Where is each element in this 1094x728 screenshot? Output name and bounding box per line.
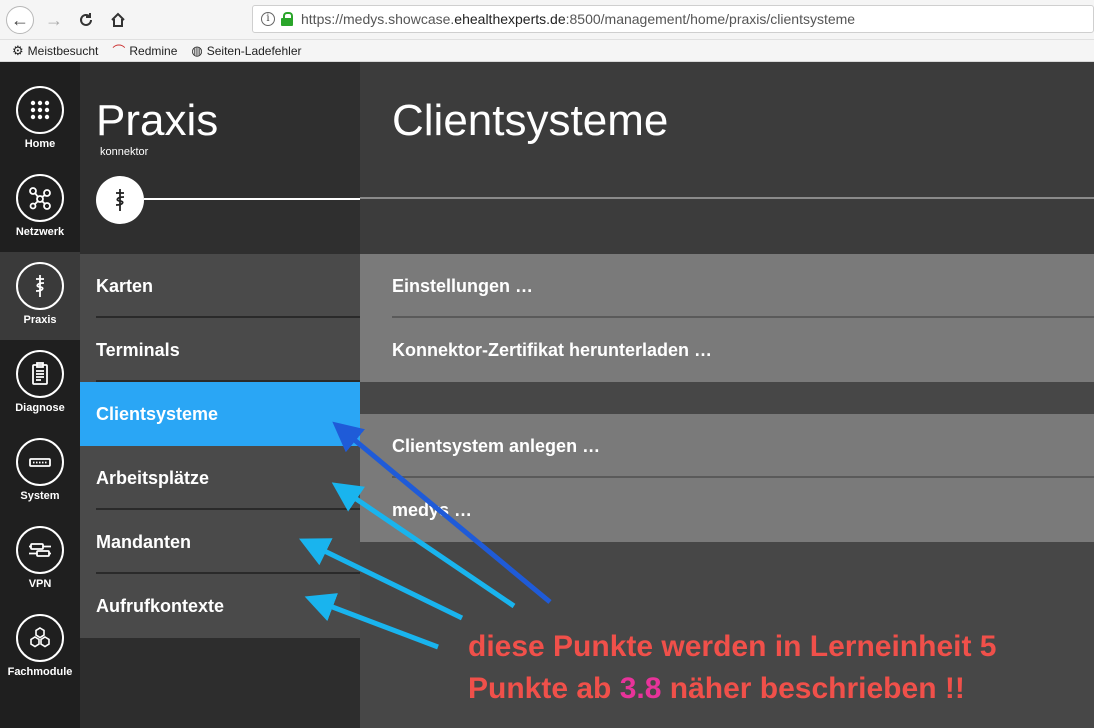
device-icon <box>29 458 51 467</box>
zertifikat-download-link[interactable]: Konnektor-Zertifikat herunterladen … <box>360 318 1094 382</box>
hexagons-icon <box>30 627 50 648</box>
title-divider <box>360 197 1094 199</box>
menu-label: Karten <box>96 275 154 296</box>
back-button[interactable]: ← <box>6 6 34 34</box>
reload-icon <box>80 13 92 26</box>
section-menu: Karten Terminals Clientsysteme Arbeitspl… <box>80 254 360 638</box>
globe-icon: ◍ <box>191 42 203 58</box>
nav-system[interactable]: System <box>0 428 80 516</box>
nav-fachmodule[interactable]: Fachmodule <box>0 604 80 692</box>
nav-praxis[interactable]: Praxis <box>0 252 80 340</box>
browser-toolbar: ← → i https://medys.showcase.ehealthexpe… <box>0 0 1094 40</box>
bookmark-redmine[interactable]: ⌒ Redmine <box>112 41 177 60</box>
caduceus-icon <box>115 189 125 211</box>
network-icon <box>29 187 51 210</box>
annotation-line-2: Punkte ab 3.8 näher beschrieben !! <box>468 672 965 705</box>
grid-icon <box>30 100 50 120</box>
info-icon[interactable]: i <box>261 12 275 26</box>
url-text: https://medys.showcase.ehealthexperts.de… <box>301 11 856 27</box>
bookmarks-bar: ⚙ Meistbesucht ⌒ Redmine ◍ Seiten-Ladefehle… <box>0 40 1094 62</box>
clientsystem-anlegen-link[interactable]: Clientsystem anlegen … <box>360 414 1094 478</box>
section-divider <box>144 198 360 200</box>
caduceus-icon <box>35 275 45 297</box>
forward-button[interactable]: → <box>40 6 68 34</box>
action-label: Einstellungen … <box>392 275 534 296</box>
annotation-text: diese Punkte werden in Lerneinheit 5 Pun… <box>468 626 996 710</box>
nav-label-diagnose: Diagnose <box>15 402 65 414</box>
gear-icon: ⚙ <box>12 42 24 58</box>
sub-panel: Praxis konnektor Karten Terminals Client… <box>80 62 360 728</box>
main-header: Clientsysteme <box>360 62 1094 254</box>
menu-label: Clientsysteme <box>96 403 219 424</box>
home-icon <box>111 12 125 27</box>
item-label: medys … <box>392 499 473 520</box>
nav-home[interactable]: Home <box>0 76 80 164</box>
nav-label-fachmodule: Fachmodule <box>7 666 73 678</box>
clientsystem-medys-item[interactable]: medys … <box>360 478 1094 542</box>
section-title: Praxis <box>96 96 219 145</box>
reload-button[interactable] <box>72 6 100 34</box>
nav-vpn[interactable]: VPN <box>0 516 80 604</box>
section-subtitle: konnektor <box>100 146 149 158</box>
nav-label-praxis: Praxis <box>23 314 57 326</box>
left-nav: Home Netzwerk Praxis Diagnose System VPN… <box>0 62 80 728</box>
annotation-line-1: diese Punkte werden in Lerneinheit 5 <box>468 630 997 663</box>
nav-label-netzwerk: Netzwerk <box>15 226 65 238</box>
clientsystems-panel: Clientsystem anlegen … medys … <box>360 414 1094 542</box>
home-button[interactable] <box>104 6 132 34</box>
bookmark-meistbesucht[interactable]: ⚙ Meistbesucht <box>12 43 98 59</box>
action-label: Konnektor-Zertifikat herunterladen … <box>392 339 713 360</box>
page-title: Clientsysteme <box>392 96 669 145</box>
nav-label-system: System <box>20 490 60 502</box>
menu-item-arbeitsplaetze[interactable]: Arbeitsplätze <box>80 446 360 510</box>
lock-icon <box>281 12 293 26</box>
item-label: Clientsystem anlegen … <box>392 435 601 456</box>
einstellungen-link[interactable]: Einstellungen … <box>360 254 1094 318</box>
nav-netzwerk[interactable]: Netzwerk <box>0 164 80 252</box>
annotation-number: 3.8 <box>619 672 662 705</box>
menu-item-karten[interactable]: Karten <box>80 254 360 318</box>
menu-item-clientsysteme[interactable]: Clientsysteme <box>80 382 360 446</box>
clipboard-icon <box>32 362 48 385</box>
nav-label-home: Home <box>24 138 56 150</box>
menu-label: Mandanten <box>96 531 192 552</box>
menu-item-aufrufkontexte[interactable]: Aufrufkontexte <box>80 574 360 638</box>
actions-panel: Einstellungen … Konnektor-Zertifikat her… <box>360 254 1094 382</box>
nav-label-vpn: VPN <box>28 578 52 590</box>
menu-label: Arbeitsplätze <box>96 467 210 488</box>
redmine-icon: ⌒ <box>112 44 126 59</box>
nav-diagnose[interactable]: Diagnose <box>0 340 80 428</box>
address-bar[interactable]: i https://medys.showcase.ehealthexperts.… <box>252 5 1094 33</box>
menu-item-mandanten[interactable]: Mandanten <box>80 510 360 574</box>
bookmark-seiten-ladefehler[interactable]: ◍ Seiten-Ladefehler <box>191 43 301 59</box>
praxis-emblem <box>96 176 144 224</box>
menu-item-terminals[interactable]: Terminals <box>80 318 360 382</box>
sub-header: Praxis konnektor <box>80 62 360 254</box>
menu-label: Aufrufkontexte <box>96 595 225 616</box>
menu-label: Terminals <box>96 339 180 360</box>
vpn-icon <box>29 543 51 557</box>
